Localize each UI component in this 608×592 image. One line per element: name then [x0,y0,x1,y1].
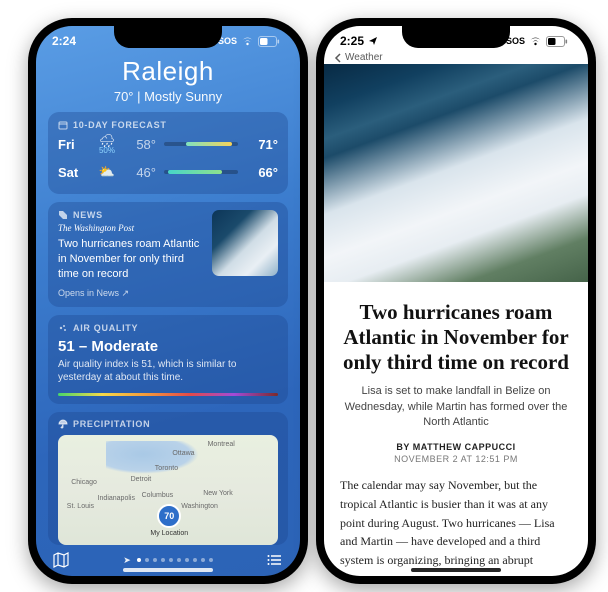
forecast-low: 58° [128,137,156,152]
precip-header: PRECIPITATION [58,419,278,429]
map-city: Detroit [131,476,152,483]
news-screen: 2:25 SOS 46 Weather Two hurricanes roam … [324,26,588,576]
current-conditions: 70° | Mostly Sunny [48,89,288,104]
map-city: New York [203,490,233,497]
list-button-icon[interactable] [266,551,284,569]
news-thumbnail [212,210,278,276]
back-to-weather[interactable]: Weather [334,52,383,63]
status-time: 2:25 [340,34,364,48]
home-indicator[interactable] [411,568,501,572]
notch [402,26,510,48]
article-text: The calendar may say November, but the t… [340,476,572,569]
news-source: The Washington Post [58,223,204,233]
wifi-icon [241,36,254,46]
news-headline: Two hurricanes roam Atlantic in November… [58,237,204,282]
map-city: Chicago [71,479,97,486]
weather-screen: 2:24 SOS 46 Raleigh 70° | Mostly Sunny 1… [36,26,300,576]
forecast-high: 66° [246,165,278,180]
status-right: SOS 46 [218,36,284,47]
notch [114,26,222,48]
open-in-news-link[interactable]: Opens in News ↗ [58,288,204,299]
map-button-icon[interactable] [52,551,70,569]
status-right: SOS 46 [506,36,572,47]
location-arrow-icon: ➤ [123,555,131,566]
temp-range-bar [164,142,238,146]
article-byline: BY MATTHEW CAPPUCCI [340,442,572,452]
forecast-day: Sat [58,165,86,180]
map-city: Montreal [208,441,235,448]
news-icon [58,210,68,220]
great-lakes [106,441,198,474]
city-name: Raleigh [48,56,288,87]
precip-map[interactable]: Montreal Ottawa Toronto Chicago Detroit … [58,435,278,545]
temp-range-bar [164,170,238,174]
article-dateline: NOVEMBER 2 AT 12:51 PM [340,454,572,464]
umbrella-icon [58,419,68,429]
map-city: St. Louis [67,503,94,510]
battery-icon [258,36,280,47]
phone-weather: 2:24 SOS 46 Raleigh 70° | Mostly Sunny 1… [28,18,308,584]
precip-card[interactable]: PRECIPITATION Montreal Ottawa Toronto Ch… [48,412,288,545]
article-hero-image [324,64,588,282]
map-city: Ottawa [172,450,194,457]
phone-news: 2:25 SOS 46 Weather Two hurricanes roam … [316,18,596,584]
forecast-day: Fri [58,137,86,152]
map-city: Indianapolis [98,495,135,502]
forecast-low: 46° [128,165,156,180]
rain-icon: 🌧50% [94,133,120,155]
article-title: Two hurricanes roam Atlantic in November… [340,300,572,374]
forecast-header: 10-DAY FORECAST [58,120,278,130]
article-body[interactable]: Two hurricanes roam Atlantic in November… [324,282,588,576]
map-city: Columbus [142,492,174,499]
calendar-icon [58,120,68,130]
wifi-icon [529,36,542,46]
my-location-pin[interactable]: 70 My Location [150,504,188,537]
aqi-description: Air quality index is 51, which is simila… [58,358,278,385]
aqi-card[interactable]: AIR QUALITY 51 – Moderate Air quality in… [48,315,288,404]
page-indicator[interactable]: ➤ [123,555,213,566]
partly-cloudy-icon: ⛅ [94,164,120,180]
news-card[interactable]: NEWS The Washington Post Two hurricanes … [48,202,288,307]
aqi-value: 51 – Moderate [58,338,278,355]
forecast-high: 71° [246,137,278,152]
aqi-header: AIR QUALITY [58,323,278,333]
news-header: NEWS [58,210,204,220]
aqi-scale-bar [58,393,278,396]
forecast-row[interactable]: Sat ⛅ 46° 66° [58,158,278,186]
aqi-icon [58,323,68,333]
home-indicator[interactable] [123,568,213,572]
chevron-left-icon [334,53,342,63]
forecast-row[interactable]: Fri 🌧50% 58° 71° [58,130,278,158]
forecast-card[interactable]: 10-DAY FORECAST Fri 🌧50% 58° 71° Sat ⛅ 4… [48,112,288,194]
status-time: 2:24 [52,34,76,48]
map-city: Toronto [155,465,178,472]
article-subtitle: Lisa is set to make landfall in Belize o… [344,384,568,430]
battery-icon [546,36,568,47]
location-arrow-icon [368,36,378,46]
